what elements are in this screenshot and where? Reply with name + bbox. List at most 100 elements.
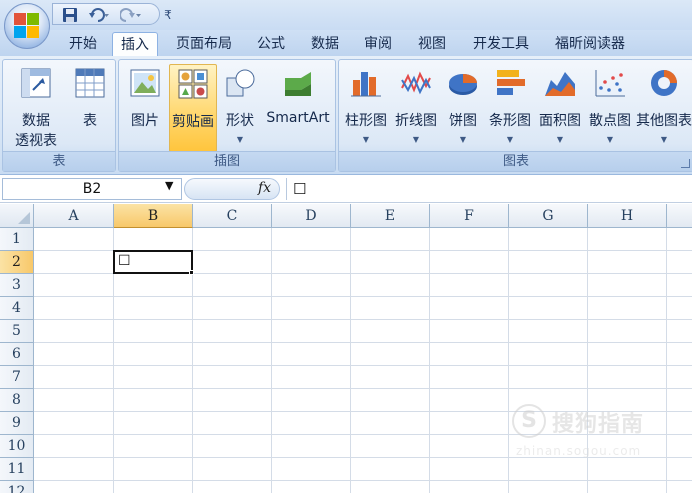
redo-icon	[120, 8, 141, 22]
column-header-g[interactable]: G	[509, 204, 588, 228]
row-header-8[interactable]: 8	[0, 389, 34, 412]
bar-chart-button[interactable]: 条形图 ▼	[485, 64, 535, 152]
row-header-1[interactable]: 1	[0, 228, 34, 251]
clip-art-button[interactable]: 剪贴画	[169, 64, 217, 152]
column-chart-dropdown-icon: ▼	[362, 135, 370, 144]
scatter-chart-label: 散点图	[589, 113, 631, 129]
group-charts-label: 图表	[339, 151, 692, 171]
picture-button[interactable]: 图片	[123, 64, 167, 152]
pivot-table-icon	[21, 68, 51, 98]
line-chart-dropdown-icon: ▼	[412, 135, 420, 144]
table-button[interactable]: 表	[67, 64, 113, 152]
cell-b2-value: ☐	[118, 253, 131, 269]
column-gridline	[429, 228, 430, 493]
column-header-e[interactable]: E	[351, 204, 430, 228]
tab-insert[interactable]: 插入	[112, 32, 158, 56]
clip-art-icon	[178, 69, 208, 99]
row-header-5[interactable]: 5	[0, 320, 34, 343]
smartart-button[interactable]: SmartArt	[263, 64, 333, 152]
column-header-c[interactable]: C	[193, 204, 272, 228]
other-charts-dropdown-icon: ▼	[660, 135, 668, 144]
fill-handle[interactable]	[189, 270, 194, 275]
tab-view[interactable]: 视图	[409, 32, 455, 56]
line-chart-icon	[401, 71, 431, 95]
smartart-icon	[285, 72, 311, 96]
row-gridline	[34, 319, 692, 320]
row-header-9[interactable]: 9	[0, 412, 34, 435]
bar-chart-icon	[497, 70, 525, 95]
column-chart-label: 柱形图	[345, 113, 387, 129]
row-header-10[interactable]: 10	[0, 435, 34, 458]
name-box[interactable]: B2	[2, 178, 182, 200]
row-header-11[interactable]: 11	[0, 458, 34, 481]
pivot-table-button[interactable]: 数据 透视表	[5, 64, 67, 152]
pie-chart-label: 饼图	[449, 113, 477, 129]
pie-chart-button[interactable]: 饼图 ▼	[441, 64, 485, 152]
insert-function-button[interactable]: fx	[258, 180, 271, 196]
select-all-button[interactable]	[0, 204, 34, 228]
row-header-6[interactable]: 6	[0, 343, 34, 366]
column-header-b[interactable]: B	[114, 204, 193, 228]
column-header-h[interactable]: H	[588, 204, 667, 228]
group-illustrations: 图片 剪贴画 形状 ▼ SmartArt 插图	[118, 59, 336, 172]
doughnut-chart-icon	[651, 70, 677, 96]
row-gridline	[34, 342, 692, 343]
undo-button[interactable]	[86, 4, 112, 26]
office-logo-icon	[14, 13, 40, 39]
picture-icon	[130, 69, 160, 97]
customize-quick-access-button[interactable]: ₹	[160, 4, 176, 26]
watermark: S 搜狗指南 zhinan.sogou.com	[512, 404, 682, 464]
area-chart-button[interactable]: 面积图 ▼	[535, 64, 585, 152]
shapes-button[interactable]: 形状 ▼	[219, 64, 261, 152]
smartart-label: SmartArt	[266, 110, 330, 126]
pie-chart-dropdown-icon: ▼	[459, 135, 467, 144]
watermark-url: zhinan.sogou.com	[516, 444, 642, 458]
tab-review[interactable]: 审阅	[357, 32, 399, 56]
column-header-d[interactable]: D	[272, 204, 351, 228]
line-chart-label: 折线图	[395, 113, 437, 129]
tab-data[interactable]: 数据	[302, 32, 348, 56]
group-tables: 数据 透视表 表 表	[2, 59, 116, 172]
other-charts-button[interactable]: 其他图表 ▼	[635, 64, 692, 152]
formula-input[interactable]: ☐	[286, 178, 692, 200]
clip-art-label: 剪贴画	[172, 114, 214, 130]
watermark-text: 搜狗指南	[552, 412, 645, 437]
select-all-icon	[18, 212, 30, 224]
ribbon-tabs: 开始 插入 页面布局 公式 数据 审阅 视图 开发工具 福昕阅读器	[0, 30, 692, 56]
other-charts-label: 其他图表	[636, 113, 692, 129]
row-gridline	[34, 480, 692, 481]
row-header-7[interactable]: 7	[0, 366, 34, 389]
tab-page-layout[interactable]: 页面布局	[166, 32, 242, 56]
ribbon: 数据 透视表 表 表 图片 剪贴画 形状 ▼ SmartArt 插图 柱形图 ▼…	[0, 56, 692, 175]
shapes-label: 形状	[226, 113, 254, 129]
office-button[interactable]	[4, 3, 50, 49]
row-header-3[interactable]: 3	[0, 274, 34, 297]
pie-chart-icon	[449, 74, 477, 95]
tab-home[interactable]: 开始	[62, 32, 104, 56]
tab-developer[interactable]: 开发工具	[464, 32, 538, 56]
area-chart-dropdown-icon: ▼	[556, 135, 564, 144]
tab-formulas[interactable]: 公式	[250, 32, 292, 56]
tab-foxit-reader[interactable]: 福昕阅读器	[548, 32, 632, 56]
charts-dialog-launcher-icon[interactable]	[681, 159, 690, 168]
column-chart-button[interactable]: 柱形图 ▼	[341, 64, 391, 152]
column-header-f[interactable]: F	[430, 204, 509, 228]
column-header-partial[interactable]	[667, 204, 692, 228]
area-chart-label: 面积图	[539, 113, 581, 129]
column-gridline	[271, 228, 272, 493]
save-button[interactable]	[60, 4, 80, 26]
row-header-12[interactable]: 12	[0, 481, 34, 493]
row-header-2[interactable]: 2	[0, 251, 34, 274]
row-header-4[interactable]: 4	[0, 297, 34, 320]
row-gridline	[34, 365, 692, 366]
row-gridline	[34, 388, 692, 389]
column-gridline	[508, 228, 509, 493]
line-chart-button[interactable]: 折线图 ▼	[391, 64, 441, 152]
name-box-dropdown-icon[interactable]: ▼	[165, 179, 173, 192]
column-gridline	[350, 228, 351, 493]
bar-chart-dropdown-icon: ▼	[506, 135, 514, 144]
column-header-a[interactable]: A	[34, 204, 114, 228]
scatter-chart-button[interactable]: 散点图 ▼	[585, 64, 635, 152]
shapes-dropdown-icon: ▼	[236, 135, 244, 144]
redo-button[interactable]	[118, 4, 144, 26]
